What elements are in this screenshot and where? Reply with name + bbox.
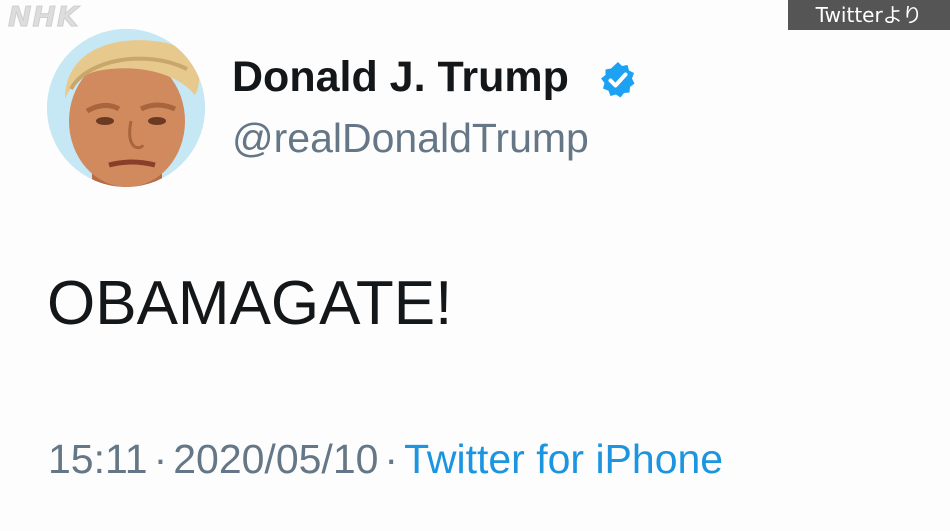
- tweet-text: OBAMAGATE!: [47, 269, 453, 338]
- display-name[interactable]: Donald J. Trump: [232, 53, 569, 102]
- profile-photo-icon: [47, 29, 205, 187]
- verified-badge-icon: [598, 60, 638, 100]
- broadcaster-watermark: NHK: [8, 0, 80, 34]
- tweet-meta: 15:11 · 2020/05/10 · Twitter for iPhone: [48, 436, 723, 483]
- source-badge: Twitterより: [788, 0, 950, 30]
- meta-separator: ·: [153, 436, 168, 482]
- tweet-time[interactable]: 15:11: [48, 436, 148, 482]
- user-handle[interactable]: @realDonaldTrump: [232, 115, 589, 162]
- tweet-date[interactable]: 2020/05/10: [173, 436, 378, 482]
- tweet-source-link[interactable]: Twitter for iPhone: [404, 436, 723, 482]
- meta-separator: ·: [384, 436, 399, 482]
- tweet-screenshot: NHK Twitterより Donald J. Trump @realDonal…: [0, 0, 950, 531]
- avatar[interactable]: [47, 29, 205, 187]
